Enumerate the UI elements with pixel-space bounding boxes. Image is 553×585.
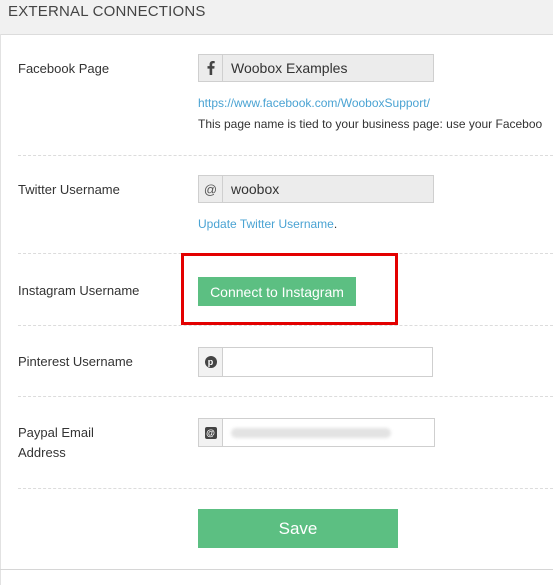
instagram-username-label: Instagram Username [18, 283, 140, 298]
section-title: EXTERNAL CONNECTIONS [8, 3, 206, 20]
facebook-page-field[interactable] [198, 54, 434, 82]
at-icon: @ [199, 176, 223, 202]
pinterest-username-input[interactable] [223, 348, 432, 376]
divider [18, 325, 553, 326]
highlight-annotation [181, 253, 398, 325]
facebook-page-input[interactable] [223, 55, 433, 81]
update-twitter-link[interactable]: Update Twitter Username [198, 217, 334, 231]
facebook-help-text: This page name is tied to your business … [198, 117, 543, 131]
twitter-username-input[interactable] [223, 176, 433, 202]
divider [18, 396, 553, 397]
twitter-username-label: Twitter Username [18, 182, 120, 197]
divider [18, 488, 553, 489]
pinterest-username-field[interactable]: p [198, 347, 433, 377]
email-at-icon: @ [199, 419, 223, 446]
pinterest-icon: p [199, 348, 223, 376]
paypal-email-input[interactable] [223, 419, 434, 446]
paypal-email-field[interactable]: @ [198, 418, 435, 447]
paypal-email-label-line2: Address [18, 445, 66, 460]
bottom-border [0, 569, 553, 570]
section-header: EXTERNAL CONNECTIONS [0, 0, 553, 35]
twitter-username-field[interactable]: @ [198, 175, 434, 203]
redacted-email [231, 428, 391, 438]
facebook-page-label: Facebook Page [18, 61, 110, 76]
paypal-email-label-line1: Paypal Email [18, 425, 94, 440]
update-suffix: . [333, 217, 338, 231]
left-border [0, 34, 1, 585]
facebook-page-link[interactable]: https://www.facebook.com/WooboxSupport/ [198, 96, 430, 110]
facebook-icon [199, 55, 223, 81]
save-button[interactable]: Save [198, 509, 398, 548]
pinterest-username-label: Pinterest Username [18, 354, 133, 369]
twitter-update-line: Update Twitter Username. [198, 217, 337, 231]
divider [18, 155, 553, 156]
